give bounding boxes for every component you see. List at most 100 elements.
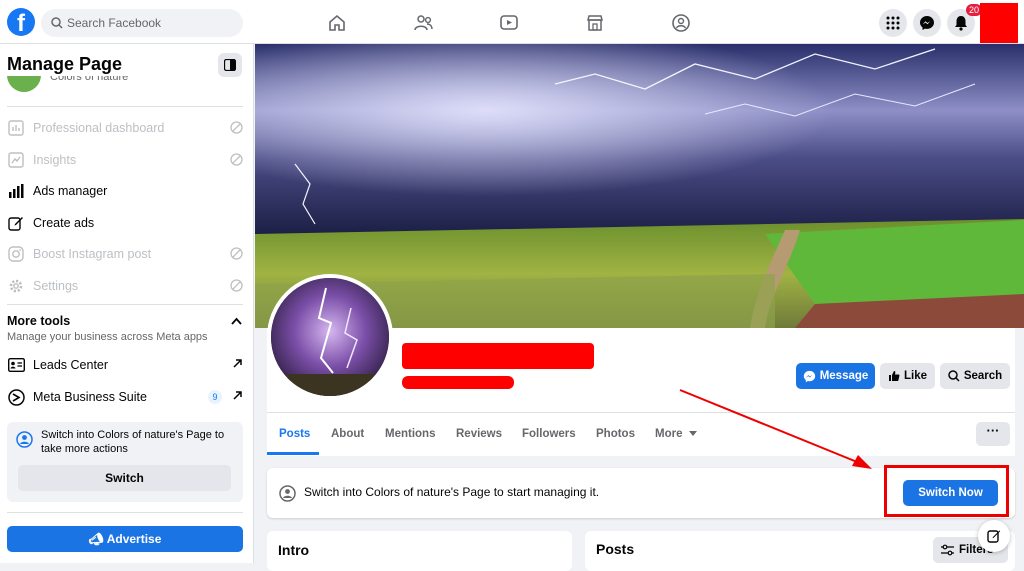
instagram-icon (8, 246, 24, 262)
megaphone-icon: 📣︎ (88, 532, 104, 546)
like-label: Like (903, 370, 927, 382)
search-label: Search (963, 370, 1003, 382)
external-link-icon (233, 359, 242, 368)
count-badge: 9 (208, 390, 222, 404)
restricted-icon (230, 121, 243, 134)
id-card-icon (7, 358, 25, 372)
sidebar-item-label: Leads Center (33, 358, 109, 372)
sidebar-item-professional-dashboard[interactable]: Professional dashboard (7, 114, 243, 142)
restricted-icon (230, 279, 243, 292)
filter-icon (941, 544, 954, 556)
messenger-icon (803, 370, 815, 382)
sidebar-item-create-ads[interactable]: Create ads (7, 209, 243, 237)
tab-about[interactable]: About (331, 428, 364, 440)
like-button[interactable]: Like (880, 363, 935, 389)
switch-card-text: Switch into Colors of nature's Page to t… (41, 429, 225, 455)
divider (7, 304, 243, 305)
sidebar-item-leads-center[interactable]: Leads Center (7, 351, 243, 379)
collapse-sidebar-button[interactable] (218, 53, 242, 77)
posts-title: Posts (596, 541, 635, 557)
bell-icon (955, 16, 967, 31)
intro-card: Intro (267, 531, 572, 571)
sidebar-item-label: Meta Business Suite (33, 390, 147, 404)
sidebar-item-label: Professional dashboard (33, 121, 165, 135)
watch-icon[interactable] (498, 12, 520, 34)
gear-icon (9, 279, 23, 293)
annotation-highlight-box (884, 465, 1009, 517)
manage-page-sidebar: Colors of nature Manage Page Professiona… (0, 44, 254, 563)
message-label: Message (819, 370, 869, 382)
menu-grid-button[interactable] (879, 9, 907, 37)
tab-mentions[interactable]: Mentions (385, 428, 435, 440)
redacted-page-details (402, 376, 514, 389)
sidebar-toggle-icon (224, 59, 236, 71)
search-input[interactable]: Search Facebook (41, 9, 243, 37)
switch-profile-icon (279, 485, 296, 502)
caret-down-icon (688, 431, 697, 436)
new-message-button[interactable] (978, 520, 1010, 552)
profile-picture-image (271, 278, 389, 396)
search-placeholder: Search Facebook (67, 16, 162, 30)
dashboard-icon (8, 120, 24, 136)
more-tools-heading: More tools (7, 314, 71, 328)
switch-profile-card: Switch into Colors of nature's Page to t… (7, 422, 243, 502)
tab-reviews[interactable]: Reviews (456, 428, 502, 440)
more-tools-subtitle: Manage your business across Meta apps (7, 331, 208, 343)
sidebar-item-label: Boost Instagram post (33, 247, 152, 261)
tab-more[interactable]: More (655, 428, 697, 440)
more-options-button[interactable]: ··· (976, 422, 1010, 446)
external-link-icon (233, 391, 242, 400)
search-icon (948, 370, 960, 382)
marketplace-icon[interactable] (584, 12, 606, 34)
sidebar-item-insights[interactable]: Insights (7, 146, 243, 174)
bar-chart-icon (9, 184, 24, 198)
advertise-label: Advertise (106, 532, 162, 546)
redacted-profile-avatar[interactable] (980, 3, 1018, 43)
home-icon[interactable] (326, 12, 348, 34)
edit-icon (8, 217, 23, 231)
advertise-button[interactable]: 📣︎ Advertise (7, 526, 243, 552)
compose-icon (987, 530, 1001, 543)
divider (7, 512, 243, 513)
tab-followers[interactable]: Followers (522, 428, 576, 440)
insights-icon (8, 152, 24, 168)
switch-notice-text: Switch into Colors of nature's Page to s… (304, 485, 600, 499)
sidebar-item-label: Ads manager (33, 184, 108, 198)
facebook-logo[interactable]: f (7, 8, 35, 36)
sidebar-item-ads-manager[interactable]: Ads manager (7, 177, 243, 205)
search-icon (51, 17, 63, 29)
friends-icon[interactable] (412, 12, 434, 34)
tab-posts[interactable]: Posts (279, 428, 310, 440)
switch-profile-icon (16, 431, 33, 448)
messenger-button[interactable] (913, 9, 941, 37)
redacted-page-name (402, 343, 594, 369)
restricted-icon (230, 153, 243, 166)
sidebar-item-meta-business-suite[interactable]: Meta Business Suite 9 (7, 383, 243, 411)
groups-icon[interactable] (670, 12, 692, 34)
sidebar-item-label: Insights (33, 153, 77, 167)
sidebar-item-label: Settings (33, 279, 79, 293)
search-page-button[interactable]: Search (940, 363, 1010, 389)
sidebar-item-boost-instagram[interactable]: Boost Instagram post (7, 240, 243, 268)
divider (7, 106, 243, 107)
tabs-divider (267, 412, 1015, 413)
meta-icon (7, 388, 25, 406)
messenger-icon (920, 16, 934, 30)
chevron-up-icon[interactable] (231, 317, 242, 325)
cover-photo[interactable] (255, 44, 1024, 328)
grid-icon (886, 16, 900, 30)
tab-photos[interactable]: Photos (596, 428, 635, 440)
sidebar-item-settings[interactable]: Settings (7, 272, 243, 300)
thumbs-up-icon (888, 371, 900, 381)
active-tab-indicator (267, 452, 319, 455)
intro-title: Intro (278, 542, 310, 558)
sidebar-title: Manage Page (7, 54, 123, 74)
cover-photo-image (255, 44, 1024, 328)
posts-card: Posts Filters (585, 531, 1015, 571)
page-profile-picture[interactable] (267, 274, 393, 400)
sidebar-item-label: Create ads (33, 216, 95, 230)
message-button[interactable]: Message (796, 363, 875, 389)
tab-more-label: More (655, 428, 683, 440)
switch-button[interactable]: Switch (18, 465, 231, 491)
restricted-icon (230, 247, 243, 260)
